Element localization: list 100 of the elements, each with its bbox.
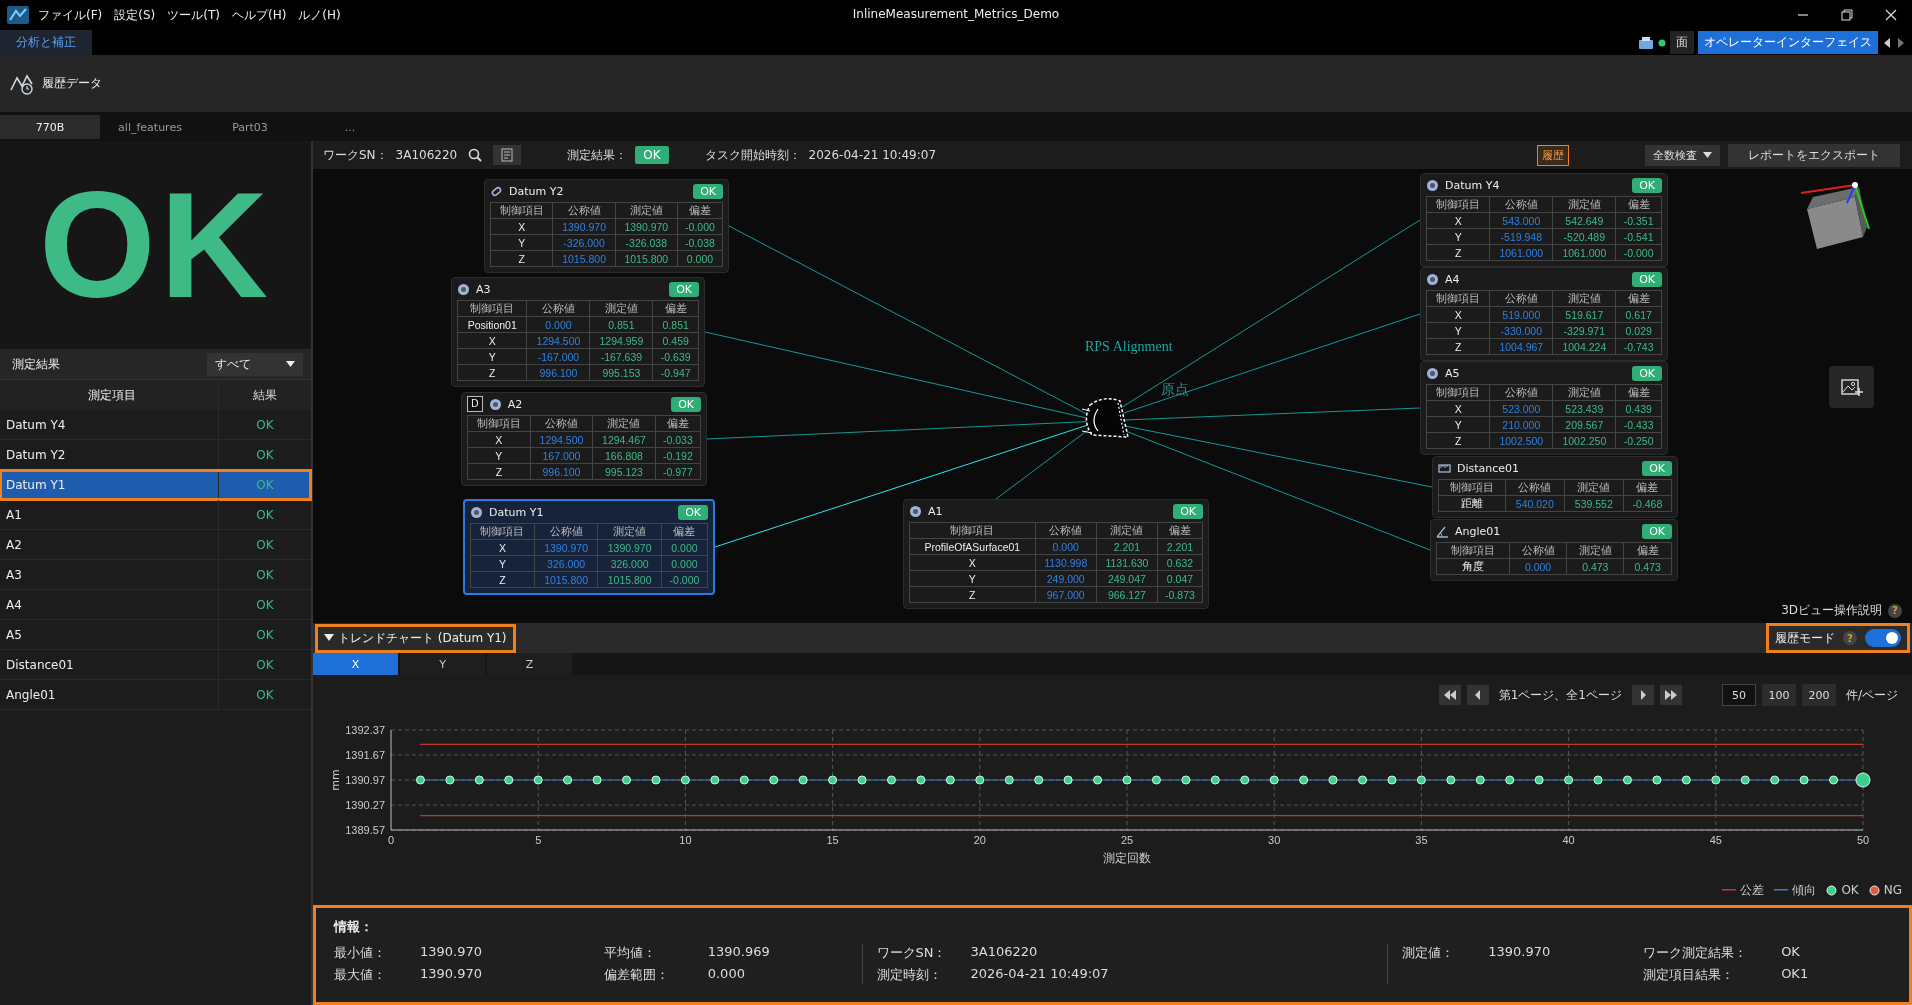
info-value: 2026-04-21 10:49:07 [970, 966, 1109, 983]
menu-item[interactable]: ツール(T) [167, 6, 220, 24]
status-badge: OK [678, 504, 708, 520]
next-page-button[interactable] [1631, 685, 1654, 705]
measurement-card[interactable]: Datum Y2 OK 制御項目 公称値 測定値 偏差 X 1390.970 1390.970 -0.000 Y -326.000 -326.038 -0.038 Z 1015.800 1015.800 0.000 [484, 179, 729, 273]
table-cell: 1015.800 [552, 250, 616, 267]
part-tab[interactable]: Part03 [200, 115, 300, 139]
last-page-button[interactable] [1659, 685, 1682, 705]
table-cell: 0.439 [1615, 400, 1662, 417]
measurement-card[interactable]: Distance01 OK 制御項目 公称値 測定値 偏差 距離 540.020 539.552 -0.468 [1432, 456, 1678, 518]
window-title: InlineMeasurement_Metrics_Demo [852, 7, 1060, 21]
part-drawing [1081, 398, 1129, 438]
part-tab[interactable]: ... [300, 115, 400, 139]
previous-page-button[interactable] [1466, 685, 1489, 705]
result-row[interactable]: Angle01 OK [0, 680, 311, 710]
data-point [1623, 775, 1632, 785]
table-cell: X [1426, 400, 1490, 417]
data-point [857, 775, 867, 785]
measurement-card[interactable]: A5 OK 制御項目 公称値 測定値 偏差 X 523.000 523.439 0.439 Y 210.000 209.567 -0.433 Z 1002.500 1002.250 -0.250 [1420, 361, 1668, 455]
table-cell: 1004.967 [1489, 338, 1553, 355]
export-button[interactable]: レポートをエクスポート [1728, 143, 1900, 167]
column-header: 測定値 [1552, 196, 1616, 213]
menu-item[interactable]: 設定(S) [114, 6, 156, 24]
measurement-card[interactable]: Angle01 OK 制御項目 公称値 測定値 偏差 角度 0.000 0.473 0.473 [1430, 519, 1678, 581]
measurement-card[interactable]: A4 OK 制御項目 公称値 測定値 偏差 X 519.000 519.617 0.617 Y -330.000 -329.971 0.029 Z 1004.967 1004.224 -0.743 [1420, 267, 1668, 361]
data-point [710, 775, 720, 785]
table-cell: -0.977 [655, 463, 701, 480]
result-row[interactable]: Datum Y1 OK [0, 470, 311, 500]
card-title: A4 [1445, 272, 1460, 286]
table-cell: Z [457, 364, 527, 381]
table-cell: -167.000 [526, 348, 590, 365]
data-point [1181, 775, 1191, 785]
status-badge: OK [1173, 503, 1203, 519]
measurement-card[interactable]: A1 OK 制御項目 公称値 測定値 偏差 ProfileOfASurface01 0.000 2.201 2.201 X 1130.998 1131.630 0.632 Y 249.000 249.047 0.047 Z 967.000 966.127 -0.873 [903, 499, 1209, 609]
add-image-icon [1840, 377, 1863, 397]
result-row[interactable]: A1 OK [0, 500, 311, 530]
page-size-button[interactable]: 100 [1761, 684, 1796, 706]
inspection-dropdown[interactable]: 全数検査 [1645, 144, 1720, 166]
table-cell: 0.473 [1623, 558, 1672, 575]
table-cell: Z [467, 463, 531, 480]
column-header: 偏差 [1615, 290, 1662, 307]
card-title: Datum Y4 [1445, 178, 1500, 192]
axis-tab[interactable]: Z [487, 653, 572, 675]
result-row[interactable]: A4 OK [0, 590, 311, 620]
history-button[interactable]: 履歴 [1537, 144, 1569, 166]
trend-chart-header[interactable]: トレンドチャート (Datum Y1) [315, 623, 516, 653]
info-label: 測定時刻： [876, 966, 943, 984]
view-tab[interactable]: オペレーターインターフェイス [1698, 31, 1878, 54]
measurement-card[interactable]: Datum Y4 OK 制御項目 公称値 測定値 偏差 X 543.000 542.649 -0.351 Y -519.948 -520.489 -0.541 Z 1061.000 1061.000 -0.000 [1420, 173, 1668, 267]
page-size-button[interactable]: 200 [1801, 684, 1836, 706]
data-point [1328, 775, 1338, 785]
menu-item[interactable]: ルノ(H) [298, 6, 341, 24]
result-row[interactable]: Datum Y4 OK [0, 410, 311, 440]
data-point [651, 775, 661, 785]
info-label: 偏差範囲： [603, 966, 670, 984]
table-cell: 1294.500 [526, 332, 590, 349]
target-icon [909, 504, 922, 518]
view-tab[interactable]: 面 [1670, 31, 1694, 54]
axis-tick-label: 30 [1268, 834, 1281, 846]
help-icon[interactable]: ? [1888, 603, 1902, 618]
first-page-button[interactable] [1438, 685, 1461, 705]
axis-tab[interactable]: X [313, 653, 398, 675]
table-cell: 1002.250 [1552, 432, 1616, 449]
axis-title: 測定回数 [1103, 851, 1151, 865]
data-point [1151, 775, 1161, 785]
menu-item[interactable]: ファイル(F) [38, 6, 103, 24]
mode-tab[interactable]: 分析と補正 [0, 30, 92, 55]
axis-tab[interactable]: Y [400, 653, 485, 675]
page-size-button[interactable]: 50 [1721, 684, 1756, 706]
document-button[interactable] [493, 145, 522, 165]
measurement-card[interactable]: Datum Y1 OK 制御項目 公称値 測定値 偏差 X 1390.970 1390.970 0.000 Y 326.000 326.000 0.000 Z 1015.800 1015.800 -0.000 [463, 499, 715, 595]
axis-tick-label: 40 [1562, 834, 1575, 846]
result-row[interactable]: A5 OK [0, 620, 311, 650]
result-row[interactable]: A3 OK [0, 560, 311, 590]
table-cell: Y [1426, 322, 1490, 339]
result-row[interactable]: Distance01 OK [0, 650, 311, 680]
column-header: 公称値 [1035, 522, 1097, 539]
menu-item[interactable]: ヘルプ(H) [231, 6, 287, 24]
status-badge: OK [1632, 271, 1662, 287]
table-cell: 166.808 [592, 447, 656, 464]
part-tab[interactable]: all_features [100, 115, 200, 139]
measurement-card[interactable]: A3 OK 制御項目 公称値 測定値 偏差 Position01 0.000 0.851 0.851 X 1294.500 1294.959 0.459 Y -167.000 -167.639 -0.639 Z 996.100 995.153 -0.947 [451, 277, 705, 387]
filter-dropdown[interactable]: すべて [207, 352, 303, 376]
info-label: 測定項目結果： [1643, 966, 1736, 984]
measurement-card[interactable]: D A2 OK 制御項目 公称値 測定値 偏差 X 1294.500 1294.467 -0.033 Y 167.000 166.808 -0.192 Z 996.100 995.123 -0.977 [461, 392, 707, 486]
table-cell: Position01 [457, 316, 527, 333]
column-header: 公称値 [526, 300, 590, 317]
target-icon [1426, 272, 1439, 286]
history-mode-toggle[interactable] [1865, 629, 1901, 647]
part-tab[interactable]: 770B [0, 115, 100, 139]
axis-tick-label: 1390.27 [345, 799, 385, 811]
column-header: 測定値 [592, 415, 656, 432]
status-badge: OK [669, 281, 699, 297]
table-cell: 0.473 [1566, 558, 1624, 575]
add-image-button[interactable] [1829, 366, 1874, 408]
table-cell: -0.947 [652, 364, 699, 381]
result-row[interactable]: A2 OK [0, 530, 311, 560]
axis-tick-label: 45 [1709, 834, 1722, 846]
help-icon[interactable]: ? [1843, 631, 1857, 645]
tag-button[interactable]: D [467, 396, 483, 412]
